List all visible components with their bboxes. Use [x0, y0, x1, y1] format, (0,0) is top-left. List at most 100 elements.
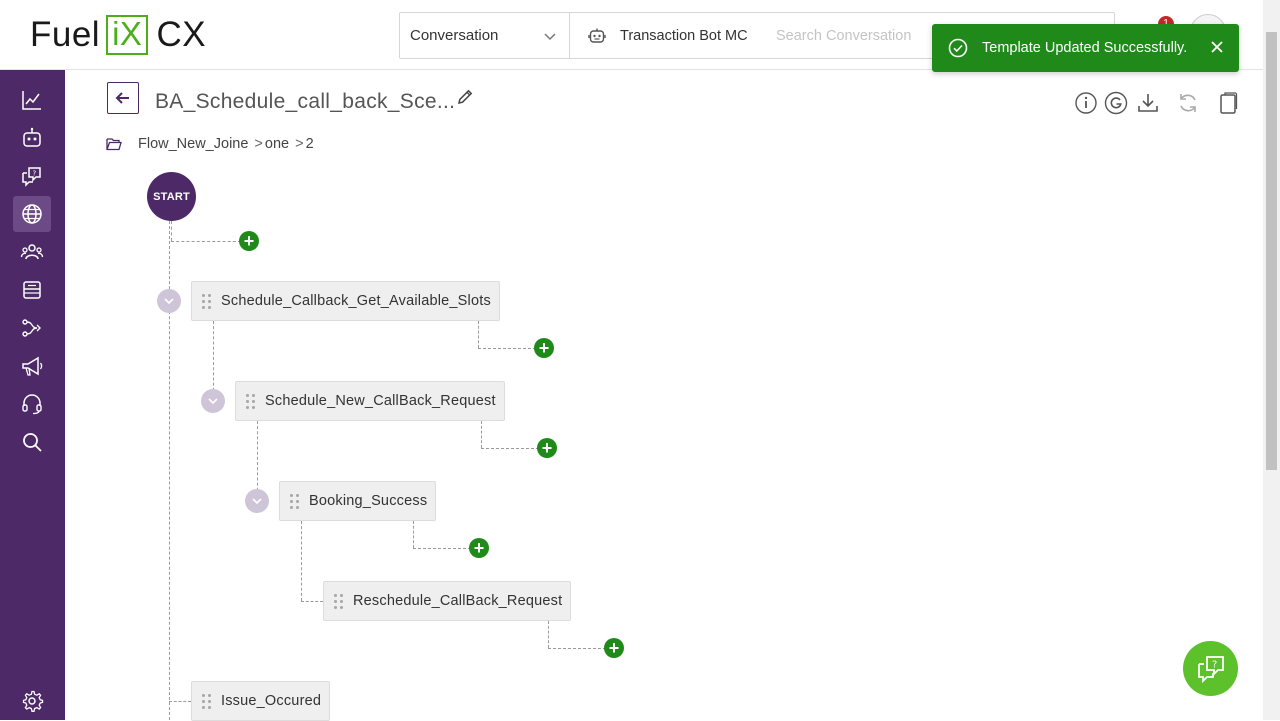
flow-node-label: Schedule_New_CallBack_Request — [265, 393, 496, 409]
drag-handle-icon[interactable] — [334, 593, 343, 609]
megaphone-icon — [22, 356, 43, 376]
breadcrumb-root[interactable]: Flow_New_Joine — [138, 136, 248, 152]
search-scope-select[interactable]: Conversation — [400, 13, 570, 58]
help-chat-button[interactable]: ? — [1183, 641, 1238, 696]
sidebar-item-inbox[interactable] — [13, 272, 51, 308]
add-step-button[interactable]: + — [537, 438, 557, 458]
sidebar-item-faq[interactable]: ? — [13, 158, 51, 194]
back-button[interactable] — [107, 82, 139, 114]
flow-node[interactable]: Schedule_Callback_Get_Available_Slots — [191, 281, 500, 321]
download-icon — [1138, 94, 1158, 112]
flow-node[interactable]: Reschedule_CallBack_Request — [323, 581, 572, 621]
arrow-left-icon — [115, 92, 129, 104]
connector — [171, 221, 172, 241]
search-scope-value: Conversation — [410, 27, 499, 44]
flow-node[interactable]: Booking_Success — [279, 481, 437, 521]
svg-text:?: ? — [33, 170, 37, 178]
connector — [481, 448, 539, 449]
sidebar-item-campaigns[interactable] — [13, 348, 51, 384]
breadcrumb-separator: > — [254, 136, 263, 152]
drag-handle-icon[interactable] — [202, 293, 211, 309]
flow-node-label: Reschedule_CallBack_Request — [353, 593, 563, 609]
plus-icon: + — [243, 230, 255, 251]
headset-icon — [22, 394, 42, 415]
refresh-button[interactable] — [1176, 91, 1200, 115]
plus-icon: + — [608, 637, 620, 658]
chevron-down-icon — [544, 33, 556, 41]
sidebar-item-web[interactable] — [13, 196, 51, 232]
collapse-toggle[interactable] — [245, 489, 269, 513]
drag-handle-icon[interactable] — [202, 693, 211, 709]
toast-message: Template Updated Successfully. — [982, 40, 1188, 56]
logo-text-ix: iX — [106, 15, 149, 55]
logo-text-cx: CX — [156, 15, 207, 54]
google-g-icon — [1104, 91, 1128, 115]
connector — [301, 601, 323, 602]
chat-help-icon: ? — [1197, 655, 1224, 683]
close-icon[interactable] — [1209, 39, 1225, 55]
google-button[interactable] — [1104, 91, 1128, 115]
plus-icon: + — [473, 537, 485, 558]
folder-open-icon — [106, 138, 122, 151]
connector — [548, 648, 606, 649]
chevron-down-icon — [164, 298, 174, 305]
flow-start-node: START — [147, 172, 196, 221]
sidebar-item-analytics[interactable] — [13, 82, 51, 118]
plus-icon: + — [538, 337, 550, 358]
info-icon — [1075, 92, 1097, 114]
drag-handle-icon[interactable] — [246, 393, 255, 409]
faq-icon: ? — [22, 167, 41, 187]
users-icon — [20, 244, 44, 260]
flow-node[interactable]: Issue_Occured — [191, 681, 331, 721]
drag-handle-icon[interactable] — [290, 493, 299, 509]
refresh-icon — [1180, 94, 1196, 112]
flow-node-label: Schedule_Callback_Get_Available_Slots — [221, 293, 491, 309]
connector — [413, 548, 471, 549]
sidebar-item-bots[interactable] — [13, 120, 51, 156]
page-title: BA_Schedule_call_back_Sce... — [155, 90, 456, 113]
breadcrumb-level-2[interactable]: 2 — [306, 136, 314, 152]
connector — [413, 521, 414, 548]
sidebar-item-search[interactable] — [13, 424, 51, 460]
flow-node[interactable]: Schedule_New_CallBack_Request — [235, 381, 505, 421]
success-toast: Template Updated Successfully. — [932, 24, 1239, 72]
app-logo[interactable]: Fuel iX CX — [30, 14, 206, 56]
left-sidebar: ? — [0, 70, 65, 720]
flow-icon — [22, 319, 41, 337]
scrollbar-thumb[interactable] — [1266, 32, 1277, 470]
collapse-toggle[interactable] — [201, 389, 225, 413]
connector — [171, 241, 241, 242]
download-button[interactable] — [1136, 91, 1160, 115]
page-scrollbar[interactable] — [1263, 0, 1280, 720]
pencil-icon[interactable] — [456, 88, 474, 106]
globe-icon — [22, 204, 42, 224]
chevron-down-icon — [208, 398, 218, 405]
add-step-button[interactable]: + — [239, 231, 259, 251]
connector — [481, 421, 482, 448]
connector — [548, 621, 549, 648]
add-step-button[interactable]: + — [604, 638, 624, 658]
connector — [301, 521, 302, 601]
plus-icon: + — [541, 437, 553, 458]
bot-icon — [23, 127, 41, 147]
logo-text-fuel: Fuel — [30, 15, 101, 54]
search-icon — [23, 433, 42, 452]
sidebar-item-flows[interactable] — [13, 310, 51, 346]
collapse-toggle[interactable] — [157, 289, 181, 313]
sidebar-item-settings[interactable] — [13, 683, 51, 719]
breadcrumb-level-1[interactable]: one — [265, 136, 289, 152]
check-circle-icon — [948, 38, 968, 58]
info-button[interactable] — [1074, 91, 1098, 115]
copy-button[interactable] — [1216, 91, 1240, 115]
bot-selector[interactable]: Transaction Bot MC — [570, 27, 750, 45]
bot-icon — [588, 28, 606, 43]
copy-icon — [1220, 92, 1238, 114]
sidebar-item-users[interactable] — [13, 234, 51, 270]
inbox-icon — [23, 281, 41, 299]
sidebar-item-support[interactable] — [13, 386, 51, 422]
add-step-button[interactable]: + — [534, 338, 554, 358]
analytics-icon — [22, 91, 41, 110]
settings-icon — [22, 690, 44, 712]
add-step-button[interactable]: + — [469, 538, 489, 558]
breadcrumb-separator: > — [295, 136, 304, 152]
